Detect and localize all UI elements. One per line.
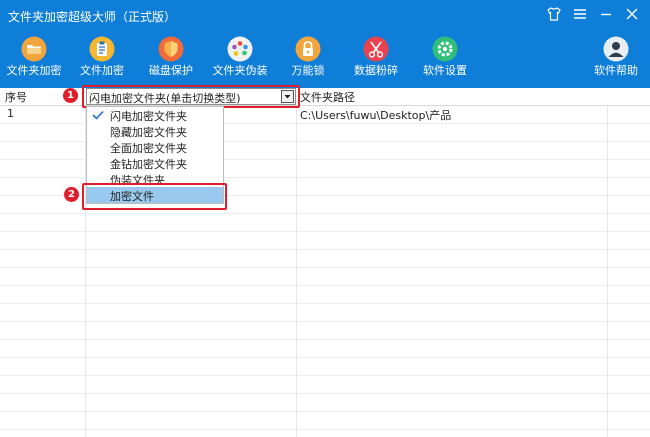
check-icon [92,110,104,120]
toolbar-label: 万能锁 [291,64,325,77]
dropdown-option-diamond-encrypt[interactable]: 金钻加密文件夹 [87,155,223,171]
toolbar-universal-lock-button[interactable]: 万能锁 [276,36,340,78]
table-row-empty [0,304,650,322]
option-label: 闪电加密文件夹 [110,110,187,123]
table-row-empty [0,250,650,268]
option-label: 隐藏加密文件夹 [110,126,187,139]
shield-icon [158,36,184,62]
row-path: C:\Users\fuwu\Desktop\产品 [300,109,452,122]
user-icon [603,36,629,62]
gear-icon [432,36,458,62]
app-header: 文件夹加密超级大师（正式版） 文件夹加密 文件加密 磁盘保护 文件夹伪装 万能锁… [0,0,650,88]
shirt-icon[interactable] [546,6,562,22]
toolbar-help-button[interactable]: 软件帮助 [584,36,648,78]
table-row-empty [0,322,650,340]
toolbar-data-shred-button[interactable]: 数据粉碎 [344,36,408,78]
table-row-empty [0,358,650,376]
row-index: 1 [7,107,14,120]
toolbar-folder-disguise-button[interactable]: 文件夹伪装 [208,36,272,78]
clipboard-icon [89,36,115,62]
close-icon[interactable] [624,6,640,22]
table-row-empty [0,232,650,250]
dropdown-option-full-encrypt[interactable]: 全面加密文件夹 [87,139,223,155]
palette-icon [227,36,253,62]
table-row-empty [0,286,650,304]
table-row-empty [0,214,650,232]
toolbar-label: 文件夹伪装 [212,64,268,77]
toolbar-label: 磁盘保护 [149,64,193,77]
toolbar-label: 软件帮助 [594,64,638,77]
app-title: 文件夹加密超级大师（正式版） [8,10,177,24]
toolbar: 文件夹加密 文件加密 磁盘保护 文件夹伪装 万能锁 数据粉碎 软件设置 软件帮助 [0,36,650,88]
folder-icon [21,36,47,62]
minimize-icon[interactable] [598,6,614,22]
option-label: 金钻加密文件夹 [110,158,187,171]
annotation-box-2 [82,183,227,210]
toolbar-label: 软件设置 [423,64,467,77]
toolbar-file-encrypt-button[interactable]: 文件加密 [70,36,134,78]
window-controls [546,6,640,22]
menu-icon[interactable] [572,6,588,22]
lock-icon [295,36,321,62]
annotation-badge-2: 2 [64,187,79,202]
table-row-empty [0,394,650,412]
table-row-empty [0,412,650,430]
toolbar-label: 数据粉碎 [354,64,398,77]
toolbar-folder-encrypt-button[interactable]: 文件夹加密 [2,36,66,78]
annotation-box-1 [82,85,300,108]
dropdown-option-flash-encrypt[interactable]: 闪电加密文件夹 [87,107,223,123]
table-row-empty [0,340,650,358]
table-row-empty [0,268,650,286]
toolbar-settings-button[interactable]: 软件设置 [413,36,477,78]
dropdown-option-hidden-encrypt[interactable]: 隐藏加密文件夹 [87,123,223,139]
column-header-path[interactable]: 文件夹路径 [300,89,355,105]
table-row-empty [0,376,650,394]
option-label: 全面加密文件夹 [110,142,187,155]
toolbar-label: 文件加密 [80,64,124,77]
annotation-badge-1: 1 [63,88,78,103]
toolbar-disk-protect-button[interactable]: 磁盘保护 [139,36,203,78]
toolbar-label: 文件夹加密 [6,64,62,77]
column-header-index[interactable]: 序号 [5,89,27,105]
scissors-icon [363,36,389,62]
